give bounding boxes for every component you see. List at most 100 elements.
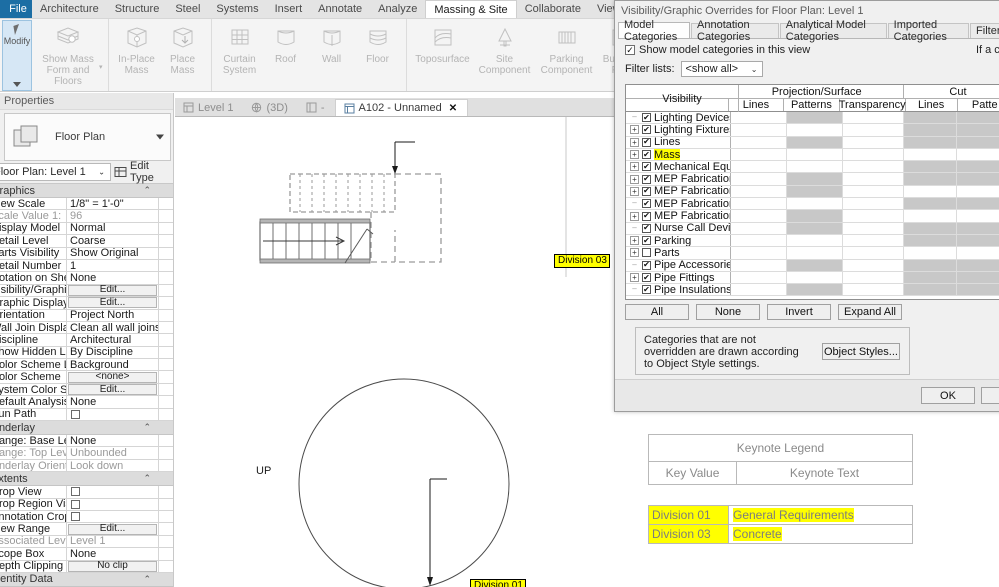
category-row[interactable]: + ✔ Mass [626,148,999,162]
ps-lines-cell[interactable] [731,271,787,284]
ps-patterns-cell[interactable] [787,148,844,161]
property-group-header[interactable]: Underlay ⌃ [0,421,173,436]
category-name-cell[interactable]: ✔Pipe Insulations [626,284,731,296]
property-value[interactable]: Show Original [67,247,159,259]
wall-button[interactable]: Wall [309,22,355,65]
category-name-cell[interactable]: + Parts [626,247,731,259]
view-tab-3d[interactable]: (3D) [243,99,298,116]
property-row[interactable]: Crop View [0,486,173,499]
property-value[interactable] [67,486,159,498]
expand-plus-icon[interactable]: + [630,137,639,147]
dialog-tab-imported-categories[interactable]: Imported Categories [887,19,970,43]
expand-plus-icon[interactable]: + [630,174,639,184]
properties-type-selector[interactable]: Floor Plan: Level 1 ⌄ [0,163,111,181]
ps-patterns-cell[interactable] [787,234,844,247]
category-name-cell[interactable]: + ✔ Lines [626,136,731,148]
expand-all-button[interactable]: Expand All [838,304,902,320]
filter-list-select[interactable]: <show all> ⌄ [680,61,763,77]
ps-lines-cell[interactable] [731,247,787,259]
property-value[interactable]: Edit... [67,297,159,309]
ribbon-tab-collaborate[interactable]: Collaborate [517,0,589,18]
property-row[interactable]: Associated LevelLevel 1 [0,535,173,549]
ps-transparency-cell[interactable] [843,234,905,247]
ps-transparency-cell[interactable] [843,148,905,161]
category-visibility-checkbox[interactable]: ✔ [642,162,651,172]
property-value[interactable]: Project North [67,309,159,321]
property-value[interactable] [67,510,159,523]
ps-patterns-cell[interactable] [787,198,844,210]
property-row[interactable]: OrientationProject North [0,309,173,322]
ps-transparency-cell[interactable] [843,271,905,284]
property-row[interactable]: Depth ClippingNo clip [0,560,173,573]
property-value[interactable]: Coarse [67,235,159,247]
property-edit-button[interactable]: Edit... [68,523,157,535]
show-model-categories-row[interactable]: ✓ Show model categories in this view [625,44,810,56]
property-group-header[interactable]: Extents ⌃ [0,472,173,487]
view-tab-level-1[interactable]: Level 1 [175,99,244,116]
category-visibility-checkbox[interactable]: ✔ [642,236,651,246]
category-row[interactable]: ✔Nurse Call Devices [626,222,999,235]
show-model-categories-checkbox[interactable]: ✓ [625,45,635,55]
floor-button[interactable]: Floor [355,22,401,65]
category-visibility-checkbox[interactable]: ✔ [642,211,651,221]
property-value[interactable]: None [67,272,159,284]
category-row[interactable]: +✔Mechanical Equipm... [626,161,999,174]
ribbon-tab-massing-and-site[interactable]: Massing & Site [425,0,517,18]
category-row[interactable]: +✔MEP Fabrication Du... [626,185,999,199]
property-row[interactable]: Underlay OrientationLook down [0,459,173,473]
property-value[interactable]: Clean all wall joins [67,321,159,334]
property-value[interactable]: 1 [67,259,159,272]
property-edit-button[interactable]: Edit... [68,384,157,396]
expand-plus-icon[interactable]: + [630,273,639,282]
property-value[interactable]: Edit... [67,523,159,535]
dialog-tab-filters[interactable]: Filters [970,23,999,38]
category-name-cell[interactable]: +✔MEP Fabrication Co... [626,173,731,185]
category-name-cell[interactable]: + ✔ Parking [626,234,731,247]
property-value[interactable]: Normal [67,222,159,235]
property-checkbox[interactable] [71,499,80,509]
expand-plus-icon[interactable]: + [630,162,639,172]
view-tab-a102-unnamed[interactable]: A102 - Unnamed ✕ [334,99,469,116]
category-name-cell[interactable]: + ✔ Mass [626,148,731,161]
modify-button[interactable]: Modify [2,20,32,91]
category-row[interactable]: + ✔ Lines [626,136,999,149]
expand-plus-icon[interactable]: + [630,236,639,246]
ribbon-tab-systems[interactable]: Systems [208,0,266,18]
property-row[interactable]: Visibility/Graphics ...Edit... [0,284,173,298]
category-row[interactable]: ✔Pipe Accessories [626,259,999,272]
cut-patterns-cell[interactable] [957,247,999,258]
property-row[interactable]: Range: Base LevelNone [0,435,173,448]
cut-patterns-cell[interactable] [957,210,999,221]
show-mass-form-and-floors-button[interactable]: Show Mass Form and Floors [37,22,99,87]
category-visibility-checkbox[interactable]: ✔ [642,113,651,123]
category-visibility-checkbox[interactable]: ✔ [642,150,651,160]
ps-transparency-cell[interactable] [843,222,905,234]
roof-button[interactable]: Roof [263,22,309,65]
property-value[interactable]: 1/8" = 1'-0" [67,198,159,210]
ps-lines-cell[interactable] [731,222,787,234]
ps-lines-cell[interactable] [731,259,787,271]
category-visibility-checkbox[interactable]: ✔ [642,260,651,270]
ps-transparency-cell[interactable] [843,247,905,259]
place-mass-button[interactable]: Place Mass [160,22,206,76]
property-row[interactable]: View RangeEdit... [0,523,173,536]
parking-component-button[interactable]: Parking Component [536,22,598,76]
category-row[interactable]: + ✔ Lighting Fixtures [626,124,999,137]
cut-lines-cell[interactable] [904,148,957,161]
select-all-button[interactable]: All [625,304,689,320]
ps-transparency-cell[interactable] [843,284,905,296]
category-row[interactable]: ✔MEP Fabrication Ha... [626,198,999,211]
chevron-down-icon[interactable]: ⌄ [751,65,758,74]
category-visibility-checkbox[interactable]: ✔ [642,199,651,209]
property-row[interactable]: DisciplineArchitectural [0,334,173,347]
ps-transparency-cell[interactable] [843,259,905,271]
property-value[interactable]: None [67,435,159,447]
category-name-cell[interactable]: ✔Pipe Accessories [626,259,731,271]
ps-lines-cell[interactable] [731,148,787,161]
category-visibility-checkbox[interactable]: ✔ [642,137,651,147]
ps-transparency-cell[interactable] [843,161,905,173]
category-visibility-checkbox[interactable]: ✔ [642,125,651,135]
ps-patterns-cell[interactable] [787,161,844,173]
property-value[interactable]: No clip [67,560,159,572]
select-none-button[interactable]: None [696,304,760,320]
